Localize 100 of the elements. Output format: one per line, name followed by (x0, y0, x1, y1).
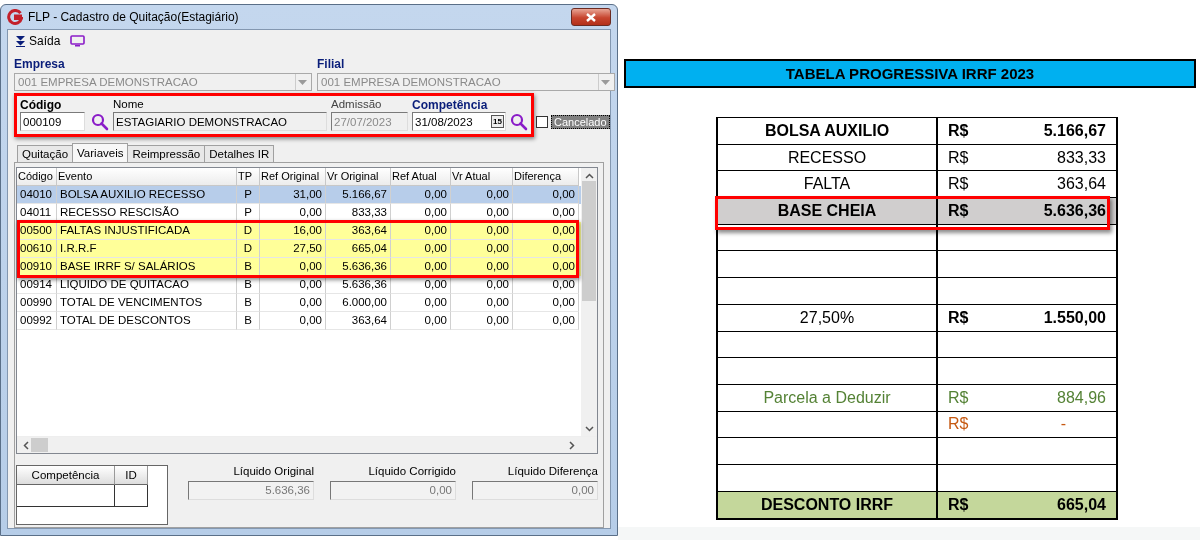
table-cell: 0,00 (260, 258, 326, 276)
field-label: Admissão (331, 98, 383, 112)
table-cell: 5.166,67 (326, 186, 391, 204)
total-field: 0,00 (330, 481, 456, 500)
monitor-icon (70, 35, 86, 47)
close-icon (586, 12, 596, 22)
table-cell: 0,00 (451, 186, 513, 204)
table-cell: 0,00 (451, 258, 513, 276)
table-cell: BASE CHEIA (777, 202, 877, 220)
field-label: Código (20, 98, 63, 112)
column-header[interactable]: Vr Original (326, 168, 391, 186)
scroll-left-icon (23, 440, 29, 450)
table-cell: 31,00 (260, 186, 326, 204)
table-cell: 363,64 (326, 312, 391, 330)
table-cell: LIQUIDO DE QUITACAO (57, 276, 237, 294)
table-cell: 00992 (17, 312, 57, 330)
field-label: Filial (317, 57, 346, 72)
column-header[interactable]: Competência (17, 466, 115, 485)
field-label: Líquido Diferença (507, 465, 598, 479)
checkbox[interactable] (536, 116, 548, 128)
column-header[interactable]: ID (115, 466, 148, 485)
column-header[interactable]: TP (237, 168, 260, 186)
currency-symbol: R$ (948, 415, 969, 434)
name-field: ESTAGIARIO DEMONSTRACAO (113, 112, 327, 131)
tab[interactable]: Reimpressão (127, 145, 206, 162)
table-row[interactable]: 00990 TOTAL DE VENCIMENTOS B 0,00 6.000,00 0,00 0,00 0,00 (17, 294, 582, 312)
table-cell: 0,00 (451, 276, 513, 294)
column-header[interactable]: Vr Atual (451, 168, 513, 186)
dropdown-arrow-icon (298, 79, 307, 85)
dropdown-arrow-icon (601, 79, 610, 85)
currency-symbol: R$ (948, 121, 969, 140)
table-cell: FALTA (803, 175, 851, 193)
currency-symbol: R$ (948, 201, 969, 220)
table-row[interactable]: 00992 TOTAL DE DESCONTOS B 0,00 363,64 0,00 0,00 0,00 (17, 312, 582, 330)
table-cell: 0,00 (451, 312, 513, 330)
table-cell: 0,00 (260, 276, 326, 294)
table-row[interactable]: 00910 BASE IRRF S/ SALÁRIOS B 0,00 5.636,36 0,00 0,00 0,00 (17, 258, 582, 276)
table-row[interactable]: 04011 RECESSO RESCISÃO P 0,00 833,33 0,00 0,00 0,00 (17, 204, 582, 222)
table-cell: 04010 (17, 186, 57, 204)
table-cell: 0,00 (513, 204, 579, 222)
tab[interactable]: Detalhes IR (204, 145, 275, 162)
date-field[interactable]: 31/08/2023 15 (412, 112, 506, 131)
admission-field: 27/07/2023 (331, 112, 408, 131)
table-cell: DESCONTO IRRF (760, 495, 894, 513)
scroll-down-icon (584, 426, 594, 432)
table-cell: 5.636,36 (326, 276, 391, 294)
table-cell: 0,00 (451, 294, 513, 312)
table-cell: 0,00 (451, 204, 513, 222)
table-row[interactable]: 04010 BOLSA AUXILIO RECESSO P 31,00 5.166,67 0,00 0,00 0,00 (17, 186, 582, 204)
field-label: Empresa (14, 57, 66, 72)
table-cell: 04011 (17, 204, 57, 222)
sheet-title: TABELA PROGRESSIVA IRRF 2023 (624, 59, 1196, 88)
code-field[interactable]: 000109 (20, 112, 85, 131)
table-cell: 00910 (17, 258, 57, 276)
column-header[interactable]: Diferença (513, 168, 579, 186)
table-cell: 6.000,00 (326, 294, 391, 312)
tab[interactable]: Variaveis (72, 143, 129, 162)
field-label: Líquido Original (233, 465, 314, 479)
exit-button[interactable]: Saída (14, 34, 63, 48)
table-cell: 0,00 (513, 312, 579, 330)
table-cell: 1.550,00 (1043, 308, 1106, 327)
close-button[interactable] (571, 8, 611, 26)
field-label: Líquido Corrigido (368, 465, 456, 479)
field-label: Competência (412, 98, 489, 112)
table-cell: 0,00 (513, 258, 579, 276)
table-cell: RECESSO RESCISÃO (57, 204, 237, 222)
table-cell: 0,00 (391, 276, 451, 294)
table-cell: 5.166,67 (1043, 121, 1106, 140)
calendar-button[interactable]: 15 (491, 115, 504, 128)
search-icon[interactable] (510, 112, 528, 131)
column-header[interactable]: Ref Original (260, 168, 326, 186)
field-label: Nome (113, 98, 145, 112)
table-cell: 5.636,36 (326, 258, 391, 276)
table-cell: 0,00 (513, 276, 579, 294)
table-cell: - (1060, 415, 1066, 434)
table-cell: BASE IRRF S/ SALÁRIOS (57, 258, 237, 276)
column-header[interactable]: Código (17, 168, 57, 186)
total-field: 5.636,36 (188, 481, 314, 500)
table-cell: 363,64 (1057, 175, 1106, 194)
table-cell: 5.636,36 (1043, 201, 1106, 220)
scrollbar-thumb[interactable] (582, 181, 596, 301)
checkbox-label[interactable]: Cancelado (551, 115, 610, 129)
table-cell: 0,00 (513, 186, 579, 204)
table-cell (115, 485, 148, 507)
scrollbar-thumb[interactable] (31, 438, 48, 452)
table-cell: P (237, 186, 260, 204)
table-cell: 27,50% (799, 308, 855, 326)
table-row[interactable]: 00914 LIQUIDO DE QUITACAO B 0,00 5.636,36 0,00 0,00 0,00 (17, 276, 582, 294)
column-header[interactable]: Evento (57, 168, 237, 186)
table-cell: 0,00 (391, 186, 451, 204)
window-title: FLP - Cadastro de Quitação(Estagiário) (28, 10, 239, 24)
search-icon[interactable] (91, 112, 109, 131)
scroll-right-icon (569, 440, 575, 450)
double-arrow-down-icon (16, 35, 25, 47)
column-header[interactable]: Ref Atual (391, 168, 451, 186)
currency-symbol: R$ (948, 388, 969, 407)
table-row[interactable]: 00610 I.R.R.F D 27,50 665,04 0,00 0,00 0,00 (17, 240, 582, 258)
table-cell: 00914 (17, 276, 57, 294)
tab[interactable]: Quitação (17, 145, 74, 162)
table-cell: B (237, 276, 260, 294)
